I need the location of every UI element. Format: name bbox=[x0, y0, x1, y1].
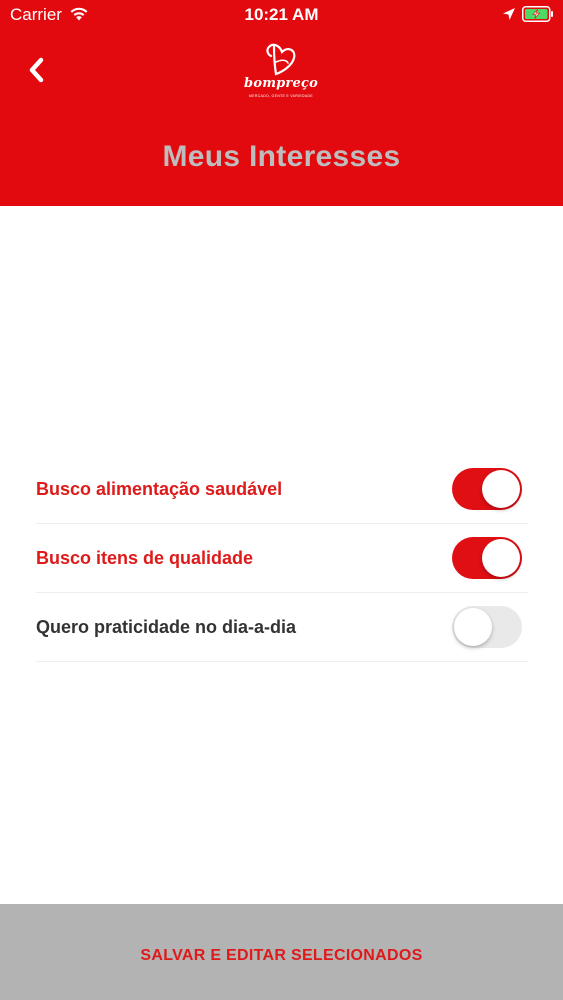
logo-tagline: MERCADO, GENTE E VARIEDADE bbox=[249, 94, 313, 98]
back-button[interactable] bbox=[18, 52, 54, 88]
heart-logo-icon bbox=[266, 43, 296, 76]
chevron-left-icon bbox=[29, 57, 44, 83]
logo-brand-text: bompreço bbox=[244, 76, 318, 91]
toggle-switch[interactable] bbox=[452, 606, 522, 648]
battery-icon bbox=[522, 6, 553, 22]
bompreco-logo: bompreço MERCADO, GENTE E VARIEDADE bbox=[236, 40, 326, 102]
save-and-edit-label: SALVAR E EDITAR SELECIONADOS bbox=[140, 947, 423, 964]
toggle-knob bbox=[454, 608, 492, 646]
status-time: 10:21 AM bbox=[244, 5, 319, 24]
interest-label: Quero praticidade no dia-a-dia bbox=[36, 616, 297, 637]
location-icon bbox=[503, 8, 515, 20]
toggle-switch[interactable] bbox=[452, 537, 522, 579]
interests-list: Busco alimentação saudável Busco itens d… bbox=[36, 455, 528, 662]
status-bar: Carrier 10:21 AM bbox=[0, 0, 563, 30]
save-and-edit-button[interactable]: SALVAR E EDITAR SELECIONADOS bbox=[0, 904, 563, 1000]
header-bar: Carrier 10:21 AM bompreço MERCADO, GENTE… bbox=[0, 0, 563, 206]
interest-item-healthy-food[interactable]: Busco alimentação saudável bbox=[36, 455, 528, 524]
interest-label: Busco alimentação saudável bbox=[36, 478, 283, 499]
interest-item-quality-items[interactable]: Busco itens de qualidade bbox=[36, 524, 528, 593]
toggle-knob bbox=[482, 539, 520, 577]
toggle-switch[interactable] bbox=[452, 468, 522, 510]
interest-item-practicality[interactable]: Quero praticidade no dia-a-dia bbox=[36, 593, 528, 662]
page-title: Meus Interesses bbox=[162, 140, 401, 173]
toggle-knob bbox=[482, 470, 520, 508]
interest-label: Busco itens de qualidade bbox=[36, 547, 254, 568]
